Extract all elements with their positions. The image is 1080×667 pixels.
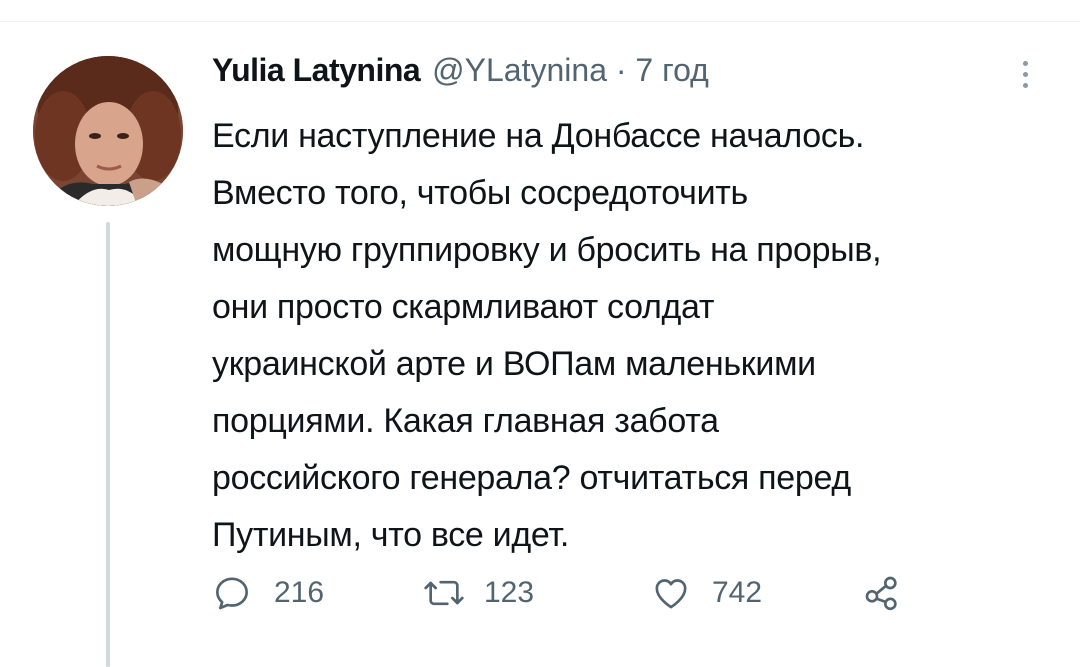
author-name[interactable]: Yulia Latynina — [212, 52, 421, 89]
share-button[interactable] — [862, 568, 902, 618]
avatar[interactable] — [33, 56, 183, 206]
heart-icon — [650, 573, 692, 613]
reply-count: 216 — [274, 576, 325, 609]
reply-button[interactable]: 216 — [212, 568, 324, 618]
meta-separator: · — [615, 52, 627, 88]
more-options-button[interactable] — [1008, 52, 1042, 96]
more-options-icon — [1022, 60, 1028, 66]
retweet-button[interactable]: 123 — [422, 568, 534, 618]
top-divider — [0, 21, 1080, 22]
reply-icon — [212, 573, 252, 613]
share-icon — [862, 573, 902, 613]
retweet-icon — [422, 573, 466, 613]
more-options-dot — [1022, 82, 1028, 88]
tweet-header: Yulia Latynina @YLatynina · 7 год — [212, 52, 1042, 98]
author-handle[interactable]: @YLatynina — [432, 52, 607, 88]
like-count: 742 — [712, 576, 763, 609]
tweet-time[interactable]: 7 год — [635, 52, 708, 88]
tweet-body: Yulia Latynina @YLatynina · 7 год Если н… — [212, 52, 1042, 564]
retweet-count: 123 — [484, 576, 535, 609]
tweet-meta: @YLatynina · 7 год — [432, 52, 709, 89]
tweet-text: Если наступление на Донбассе началось. В… — [212, 117, 882, 554]
more-options-dot — [1022, 71, 1028, 77]
tweet-actions: 216 123 742 — [212, 568, 972, 618]
thread-line — [106, 222, 110, 667]
like-button[interactable]: 742 — [650, 568, 762, 618]
